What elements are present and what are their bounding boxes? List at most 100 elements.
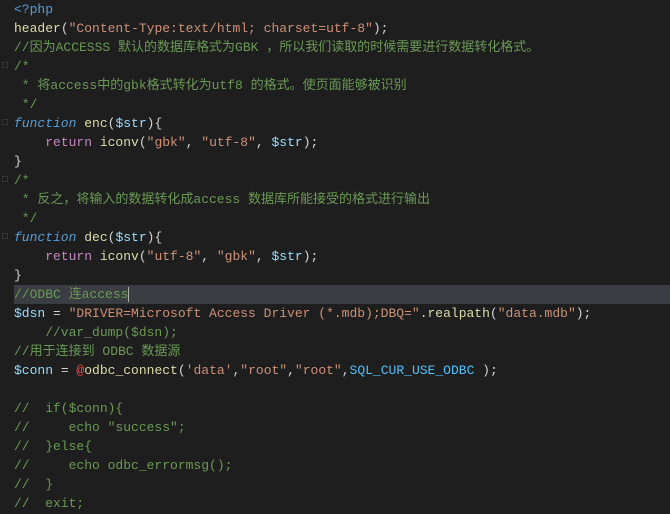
code-line[interactable]: return iconv("gbk", "utf-8", $str); [14, 133, 670, 152]
code-line[interactable]: //用于连接到 ODBC 数据源 [14, 342, 670, 361]
token-var: $str [115, 116, 146, 131]
fold-marker [0, 304, 10, 323]
token-pn: } [14, 268, 22, 283]
token-str: "gbk" [217, 249, 256, 264]
code-line[interactable]: $dsn = "DRIVER=Microsoft Access Driver (… [14, 304, 670, 323]
token-pn: ); [373, 21, 389, 36]
token-op [92, 135, 100, 150]
code-line[interactable]: <?php [14, 0, 670, 19]
token-cm: /* [14, 59, 30, 74]
fold-marker [0, 266, 10, 285]
token-pn: ( [490, 306, 498, 321]
token-str: "DRIVER=Microsoft Access Driver (*.mdb);… [69, 306, 420, 321]
code-line[interactable]: * 将access中的gbk格式转化为utf8 的格式。使页面能够被识别 [14, 76, 670, 95]
token-kw: function [14, 230, 76, 245]
fold-marker [0, 209, 10, 228]
fold-marker [0, 399, 10, 418]
token-cm: */ [14, 97, 37, 112]
fold-marker [0, 437, 10, 456]
fold-marker[interactable]: □ [0, 57, 10, 76]
token-cm: /* [14, 173, 30, 188]
token-cm: //ODBC 连access [14, 287, 128, 302]
token-pn: ); [303, 249, 319, 264]
code-line[interactable]: */ [14, 209, 670, 228]
fold-marker [0, 247, 10, 266]
fold-marker [0, 76, 10, 95]
code-line[interactable]: function dec($str){ [14, 228, 670, 247]
token-cm: */ [14, 211, 37, 226]
fold-marker [0, 475, 10, 494]
token-var: $dsn [14, 306, 45, 321]
code-line[interactable]: * 反之，将输入的数据转化成access 数据库所能接受的格式进行输出 [14, 190, 670, 209]
fold-marker [0, 323, 10, 342]
token-op [92, 249, 100, 264]
code-line[interactable]: // echo odbc_errormsg(); [14, 456, 670, 475]
fold-marker [0, 285, 10, 304]
token-cm: //用于连接到 ODBC 数据源 [14, 344, 180, 359]
code-editor[interactable]: □□□□ <?phpheader("Content-Type:text/html… [0, 0, 670, 514]
token-pn: ); [303, 135, 319, 150]
code-line[interactable]: // } [14, 475, 670, 494]
token-cm: // } [14, 477, 53, 492]
token-var: $conn [14, 363, 53, 378]
token-cm: * 将access中的gbk格式转化为utf8 的格式。使页面能够被识别 [14, 78, 407, 93]
token-cm: //var_dump($dsn); [14, 325, 178, 340]
code-line[interactable]: //ODBC 连access [14, 285, 670, 304]
code-line[interactable]: } [14, 266, 670, 285]
token-op: = [53, 363, 76, 378]
fold-marker [0, 342, 10, 361]
token-pn: ( [61, 21, 69, 36]
code-area[interactable]: <?phpheader("Content-Type:text/html; cha… [10, 0, 670, 514]
token-kw2: return [14, 135, 92, 150]
token-var: $str [115, 230, 146, 245]
token-str: "root" [240, 363, 287, 378]
token-fn: iconv [100, 249, 139, 264]
code-line[interactable]: return iconv("utf-8", "gbk", $str); [14, 247, 670, 266]
code-line[interactable] [14, 380, 670, 399]
code-line[interactable]: // echo "success"; [14, 418, 670, 437]
token-fn: header [14, 21, 61, 36]
token-pn: ( [178, 363, 186, 378]
token-pn: ); [474, 363, 497, 378]
fold-marker[interactable]: □ [0, 228, 10, 247]
fold-marker [0, 380, 10, 399]
fold-marker [0, 38, 10, 57]
token-str: "utf-8" [147, 249, 202, 264]
fold-gutter: □ □ □ □ [0, 0, 10, 514]
code-line[interactable]: /* [14, 171, 670, 190]
token-fn: iconv [100, 135, 139, 150]
token-tag: <?php [14, 2, 53, 17]
code-line[interactable]: */ [14, 95, 670, 114]
token-pn: ( [139, 135, 147, 150]
code-line[interactable]: // }else{ [14, 437, 670, 456]
code-line[interactable]: // exit; [14, 494, 670, 513]
code-line[interactable]: //因为ACCESSS 默认的数据库格式为GBK ，所以我们读取的时候需要进行数… [14, 38, 670, 57]
text-cursor [128, 287, 129, 302]
fold-marker [0, 190, 10, 209]
code-line[interactable]: header("Content-Type:text/html; charset=… [14, 19, 670, 38]
fold-marker [0, 418, 10, 437]
token-cm: //因为ACCESSS 默认的数据库格式为GBK ，所以我们读取的时候需要进行数… [14, 40, 539, 55]
token-cm: // exit; [14, 496, 84, 511]
token-op: = [45, 306, 68, 321]
token-cm: // echo "success"; [14, 420, 186, 435]
token-pn: , [186, 135, 202, 150]
token-str: "root" [295, 363, 342, 378]
token-pn: , [287, 363, 295, 378]
code-line[interactable]: $conn = @odbc_connect('data',"root","roo… [14, 361, 670, 380]
token-str: "gbk" [147, 135, 186, 150]
fold-marker[interactable]: □ [0, 171, 10, 190]
token-fn: dec [84, 230, 107, 245]
token-str: "Content-Type:text/html; charset=utf-8" [69, 21, 373, 36]
code-line[interactable]: } [14, 152, 670, 171]
code-line[interactable]: // if($conn){ [14, 399, 670, 418]
code-line[interactable]: //var_dump($dsn); [14, 323, 670, 342]
code-line[interactable]: function enc($str){ [14, 114, 670, 133]
token-pn: , [342, 363, 350, 378]
fold-marker[interactable]: □ [0, 114, 10, 133]
token-cm: // if($conn){ [14, 401, 123, 416]
token-fn: realpath [428, 306, 490, 321]
code-line[interactable]: /* [14, 57, 670, 76]
token-pn: ){ [147, 116, 163, 131]
token-str: "data.mdb" [498, 306, 576, 321]
